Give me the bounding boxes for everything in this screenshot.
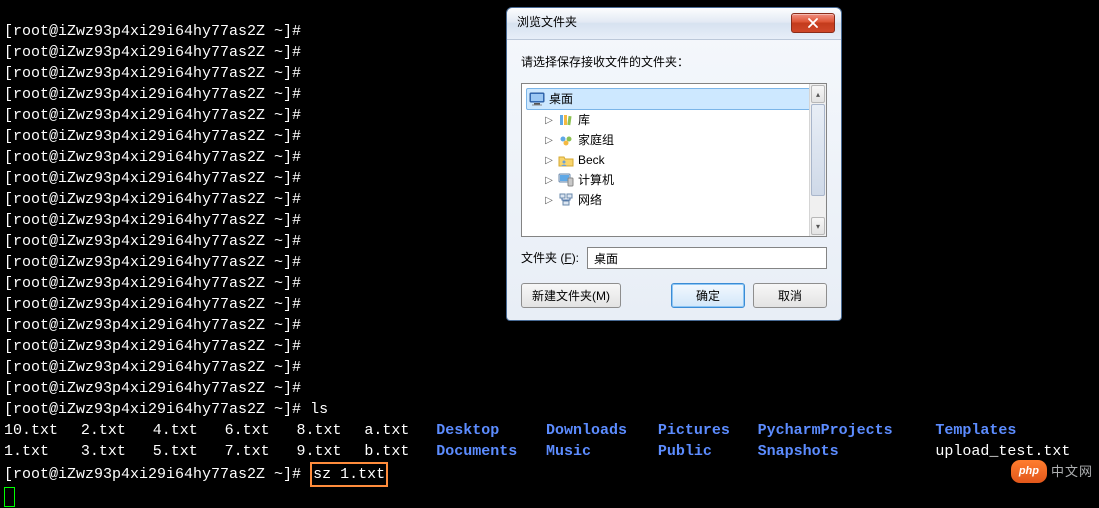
ls-line: [root@iZwz93p4xi29i64hy77as2Z ~]# ls xyxy=(4,401,328,418)
highlighted-command: sz 1.txt xyxy=(310,462,388,487)
prompt-line: [root@iZwz93p4xi29i64hy77as2Z ~]# xyxy=(4,338,301,355)
folder-tree[interactable]: 桌面 ▷ 库 ▷ 家庭组 ▷ Beck ▷ xyxy=(521,83,827,237)
prompt-line: [root@iZwz93p4xi29i64hy77as2Z ~]# xyxy=(4,23,301,40)
close-icon xyxy=(807,18,819,28)
directory: Snapshots xyxy=(758,441,936,462)
prompt-line: [root@iZwz93p4xi29i64hy77as2Z ~]# xyxy=(4,170,301,187)
sz-line: [root@iZwz93p4xi29i64hy77as2Z ~]# sz 1.t… xyxy=(4,466,388,483)
scroll-up-button[interactable]: ▴ xyxy=(811,85,825,103)
watermark-pill: php xyxy=(1011,460,1047,483)
tree-item-computer[interactable]: ▷ 计算机 xyxy=(526,170,822,190)
expand-icon[interactable]: ▷ xyxy=(544,195,554,205)
dialog-titlebar[interactable]: 浏览文件夹 xyxy=(507,8,841,40)
new-folder-button[interactable]: 新建文件夹(M) xyxy=(521,283,621,308)
file: 5.txt xyxy=(153,441,225,462)
tree-label: 家庭组 xyxy=(578,130,614,151)
prompt-line: [root@iZwz93p4xi29i64hy77as2Z ~]# xyxy=(4,149,301,166)
directory: Documents xyxy=(436,441,546,462)
tree-item-desktop[interactable]: 桌面 xyxy=(526,88,822,110)
expand-icon[interactable]: ▷ xyxy=(544,135,554,145)
tree-label: 计算机 xyxy=(578,170,614,191)
prompt-line: [root@iZwz93p4xi29i64hy77as2Z ~]# xyxy=(4,191,301,208)
ok-button[interactable]: 确定 xyxy=(671,283,745,308)
file: a.txt xyxy=(364,420,436,441)
prompt-line: [root@iZwz93p4xi29i64hy77as2Z ~]# xyxy=(4,317,301,334)
desktop-icon xyxy=(529,91,545,107)
prompt-line: [root@iZwz93p4xi29i64hy77as2Z ~]# xyxy=(4,44,301,61)
network-icon xyxy=(558,192,574,208)
tree-scrollbar[interactable]: ▴ ▾ xyxy=(809,84,826,236)
terminal-cursor xyxy=(4,487,15,507)
prompt-line: [root@iZwz93p4xi29i64hy77as2Z ~]# xyxy=(4,275,301,292)
prompt-line: [root@iZwz93p4xi29i64hy77as2Z ~]# xyxy=(4,65,301,82)
prompt-line: [root@iZwz93p4xi29i64hy77as2Z ~]# xyxy=(4,212,301,229)
prompt-line: [root@iZwz93p4xi29i64hy77as2Z ~]# xyxy=(4,233,301,250)
computer-icon xyxy=(558,172,574,188)
prompt-line: [root@iZwz93p4xi29i64hy77as2Z ~]# xyxy=(4,128,301,145)
directory: Music xyxy=(546,441,658,462)
directory: Public xyxy=(658,441,758,462)
user-folder-icon xyxy=(558,152,574,168)
ls-output-row-1: 10.txt2.txt4.txt6.txt8.txta.txtDesktopDo… xyxy=(4,420,1095,441)
dialog-title: 浏览文件夹 xyxy=(517,12,577,33)
file: 3.txt xyxy=(81,441,153,462)
scroll-down-button[interactable]: ▾ xyxy=(811,217,825,235)
directory: Downloads xyxy=(546,420,658,441)
prompt-line: [root@iZwz93p4xi29i64hy77as2Z ~]# xyxy=(4,107,301,124)
prompt-line: [root@iZwz93p4xi29i64hy77as2Z ~]# xyxy=(4,380,301,397)
file: upload_test.txt xyxy=(935,441,1095,462)
tree-item-network[interactable]: ▷ 网络 xyxy=(526,190,822,210)
file: 10.txt xyxy=(4,420,81,441)
homegroup-icon xyxy=(558,132,574,148)
expand-icon[interactable]: ▷ xyxy=(544,115,554,125)
prompt-line: [root@iZwz93p4xi29i64hy77as2Z ~]# xyxy=(4,359,301,376)
folder-name-input[interactable] xyxy=(587,247,827,269)
tree-item-libraries[interactable]: ▷ 库 xyxy=(526,110,822,130)
expand-icon[interactable]: ▷ xyxy=(544,155,554,165)
directory: Desktop xyxy=(436,420,546,441)
prompt-line: [root@iZwz93p4xi29i64hy77as2Z ~]# xyxy=(4,86,301,103)
tree-label: 桌面 xyxy=(549,89,573,110)
folder-name-label: 文件夹 (F): xyxy=(521,248,579,269)
browse-folder-dialog: 浏览文件夹 请选择保存接收文件的文件夹： 桌面 ▷ 库 ▷ 家庭 xyxy=(506,7,842,321)
file: 1.txt xyxy=(4,441,81,462)
close-button[interactable] xyxy=(791,13,835,33)
file: 6.txt xyxy=(225,420,297,441)
directory: Templates xyxy=(935,420,1095,441)
file: b.txt xyxy=(364,441,436,462)
file: 8.txt xyxy=(296,420,364,441)
watermark: php 中文网 xyxy=(1011,460,1093,483)
file: 7.txt xyxy=(225,441,297,462)
tree-item-user[interactable]: ▷ Beck xyxy=(526,150,822,170)
file: 9.txt xyxy=(296,441,364,462)
tree-label: 网络 xyxy=(578,190,602,211)
directory: Pictures xyxy=(658,420,758,441)
scroll-thumb[interactable] xyxy=(811,104,825,196)
file: 4.txt xyxy=(153,420,225,441)
tree-label: 库 xyxy=(578,110,590,131)
watermark-text: 中文网 xyxy=(1051,461,1093,482)
directory: PycharmProjects xyxy=(758,420,936,441)
expand-icon[interactable]: ▷ xyxy=(544,175,554,185)
ls-output-row-2: 1.txt3.txt5.txt7.txt9.txtb.txtDocumentsM… xyxy=(4,441,1095,462)
file: 2.txt xyxy=(81,420,153,441)
prompt-line: [root@iZwz93p4xi29i64hy77as2Z ~]# xyxy=(4,296,301,313)
prompt-line: [root@iZwz93p4xi29i64hy77as2Z ~]# xyxy=(4,254,301,271)
libraries-icon xyxy=(558,112,574,128)
tree-label: Beck xyxy=(578,150,605,171)
dialog-instruction: 请选择保存接收文件的文件夹： xyxy=(521,52,827,73)
cancel-button[interactable]: 取消 xyxy=(753,283,827,308)
tree-item-homegroup[interactable]: ▷ 家庭组 xyxy=(526,130,822,150)
